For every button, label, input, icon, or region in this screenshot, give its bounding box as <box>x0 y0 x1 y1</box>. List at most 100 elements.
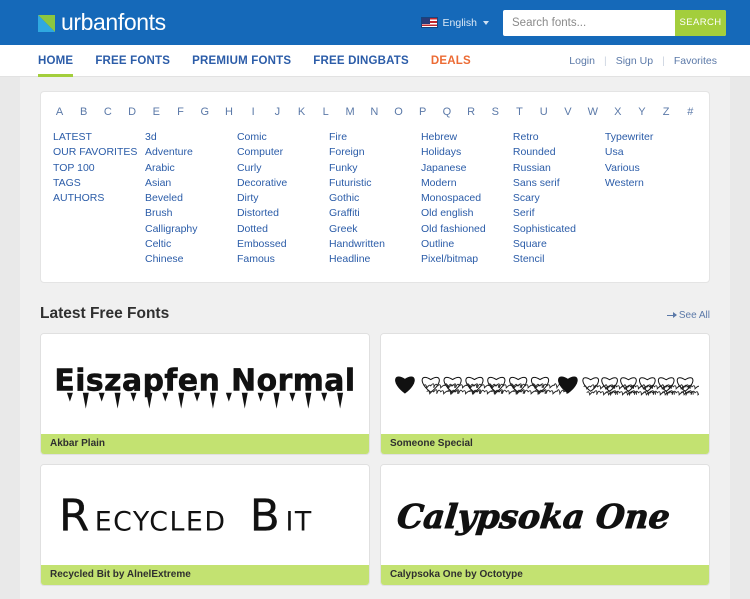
category-link-dotted[interactable]: Dotted <box>237 222 329 237</box>
category-link-authors[interactable]: AUTHORS <box>53 191 145 206</box>
alphabet-link-o[interactable]: O <box>394 106 403 118</box>
font-card[interactable]: Eiszapfen Normal Akbar Plain <box>40 332 370 455</box>
font-card[interactable]: R ECYCLED B IT Recycled Bit by AlnelExtreme <box>40 463 370 586</box>
alphabet-link-b[interactable]: B <box>79 106 88 118</box>
category-link-sans-serif[interactable]: Sans serif <box>513 176 605 191</box>
category-link-latest[interactable]: LATEST <box>53 130 145 145</box>
category-link-typewriter[interactable]: Typewriter <box>605 130 697 145</box>
category-link-dirty[interactable]: Dirty <box>237 191 329 206</box>
category-link-serif[interactable]: Serif <box>513 206 605 221</box>
alphabet-link-q[interactable]: Q <box>442 106 452 118</box>
alphabet-link-a[interactable]: A <box>55 106 64 118</box>
category-link-modern[interactable]: Modern <box>421 176 513 191</box>
alphabet-link-d[interactable]: D <box>128 106 137 118</box>
category-link-curly[interactable]: Curly <box>237 161 329 176</box>
favorites-link[interactable]: Favorites <box>665 55 726 67</box>
category-link-western[interactable]: Western <box>605 176 697 191</box>
svg-text:Calypsoka One: Calypsoka One <box>395 497 671 536</box>
alphabet-link-f[interactable]: F <box>176 106 185 118</box>
alphabet-link-y[interactable]: Y <box>637 106 646 118</box>
category-link-arabic[interactable]: Arabic <box>145 161 237 176</box>
alphabet-link-x[interactable]: X <box>613 106 622 118</box>
category-link-foreign[interactable]: Foreign <box>329 145 421 160</box>
alphabet-link-hash[interactable]: # <box>686 106 695 118</box>
category-link-3d[interactable]: 3d <box>145 130 237 145</box>
font-card[interactable]: Calypsoka One Calypsoka One by Octotype <box>380 463 710 586</box>
site-logo[interactable]: urbanfonts <box>38 9 166 36</box>
category-link-brush[interactable]: Brush <box>145 206 237 221</box>
nav-item-deals[interactable]: DEALS <box>431 45 471 76</box>
category-link-celtic[interactable]: Celtic <box>145 237 237 252</box>
alphabet-link-k[interactable]: K <box>297 106 306 118</box>
alphabet-link-v[interactable]: V <box>563 106 572 118</box>
alphabet-link-i[interactable]: I <box>249 106 258 118</box>
alphabet-link-s[interactable]: S <box>491 106 500 118</box>
category-link-comic[interactable]: Comic <box>237 130 329 145</box>
category-link-decorative[interactable]: Decorative <box>237 176 329 191</box>
category-link-russian[interactable]: Russian <box>513 161 605 176</box>
alphabet-link-t[interactable]: T <box>515 106 524 118</box>
alphabet-link-w[interactable]: W <box>588 106 598 118</box>
nav-item-premium-fonts[interactable]: PREMIUM FONTS <box>192 45 291 76</box>
category-link-stencil[interactable]: Stencil <box>513 252 605 267</box>
category-link-calligraphy[interactable]: Calligraphy <box>145 222 237 237</box>
category-link-old-fashioned[interactable]: Old fashioned <box>421 222 513 237</box>
nav-item-home[interactable]: HOME <box>38 45 74 77</box>
category-link-distorted[interactable]: Distorted <box>237 206 329 221</box>
category-link-adventure[interactable]: Adventure <box>145 145 237 160</box>
alphabet-link-n[interactable]: N <box>370 106 379 118</box>
category-link-futuristic[interactable]: Futuristic <box>329 176 421 191</box>
category-link-graffiti[interactable]: Graffiti <box>329 206 421 221</box>
nav-item-free-dingbats[interactable]: FREE DINGBATS <box>313 45 409 76</box>
category-link-sophisticated[interactable]: Sophisticated <box>513 222 605 237</box>
alphabet-link-g[interactable]: G <box>200 106 209 118</box>
alphabet-link-j[interactable]: J <box>273 106 282 118</box>
category-link-retro[interactable]: Retro <box>513 130 605 145</box>
category-link-monospaced[interactable]: Monospaced <box>421 191 513 206</box>
language-selector[interactable]: English <box>420 17 489 29</box>
category-link-usa[interactable]: Usa <box>605 145 697 160</box>
alphabet-link-e[interactable]: E <box>152 106 161 118</box>
alphabet-link-c[interactable]: C <box>103 106 112 118</box>
login-link[interactable]: Login <box>560 55 604 67</box>
category-link-chinese[interactable]: Chinese <box>145 252 237 267</box>
alphabet-link-l[interactable]: L <box>321 106 330 118</box>
category-link-funky[interactable]: Funky <box>329 161 421 176</box>
category-link-square[interactable]: Square <box>513 237 605 252</box>
signup-link[interactable]: Sign Up <box>607 55 662 67</box>
category-link-japanese[interactable]: Japanese <box>421 161 513 176</box>
alphabet-link-p[interactable]: P <box>418 106 427 118</box>
category-link-top-100[interactable]: TOP 100 <box>53 161 145 176</box>
search-button[interactable]: SEARCH <box>675 9 726 36</box>
category-link-scary[interactable]: Scary <box>513 191 605 206</box>
search-input[interactable] <box>503 9 675 36</box>
category-link-holidays[interactable]: Holidays <box>421 145 513 160</box>
alphabet-link-r[interactable]: R <box>467 106 476 118</box>
category-link-asian[interactable]: Asian <box>145 176 237 191</box>
alphabet-link-m[interactable]: M <box>345 106 354 118</box>
category-link-various[interactable]: Various <box>605 161 697 176</box>
category-link-our-favorites[interactable]: OUR FAVORITES <box>53 145 145 160</box>
category-link-greek[interactable]: Greek <box>329 222 421 237</box>
alphabet-link-h[interactable]: H <box>224 106 233 118</box>
alphabet-link-u[interactable]: U <box>539 106 548 118</box>
category-link-tags[interactable]: TAGS <box>53 176 145 191</box>
category-link-computer[interactable]: Computer <box>237 145 329 160</box>
category-link-outline[interactable]: Outline <box>421 237 513 252</box>
see-all-link[interactable]: See All <box>666 310 710 323</box>
category-link-beveled[interactable]: Beveled <box>145 191 237 206</box>
category-link-handwritten[interactable]: Handwritten <box>329 237 421 252</box>
category-link-embossed[interactable]: Embossed <box>237 237 329 252</box>
category-link-hebrew[interactable]: Hebrew <box>421 130 513 145</box>
category-link-fire[interactable]: Fire <box>329 130 421 145</box>
nav-item-free-fonts[interactable]: FREE FONTS <box>95 45 170 76</box>
category-link-pixel-bitmap[interactable]: Pixel/bitmap <box>421 252 513 267</box>
category-link-old-english[interactable]: Old english <box>421 206 513 221</box>
category-link-famous[interactable]: Famous <box>237 252 329 267</box>
font-card[interactable]: Someone Special <box>380 332 710 455</box>
alphabet-link-z[interactable]: Z <box>662 106 671 118</box>
category-link-rounded[interactable]: Rounded <box>513 145 605 160</box>
urbanfonts-logo-mark-icon <box>38 15 55 32</box>
category-link-headline[interactable]: Headline <box>329 252 421 267</box>
category-link-gothic[interactable]: Gothic <box>329 191 421 206</box>
